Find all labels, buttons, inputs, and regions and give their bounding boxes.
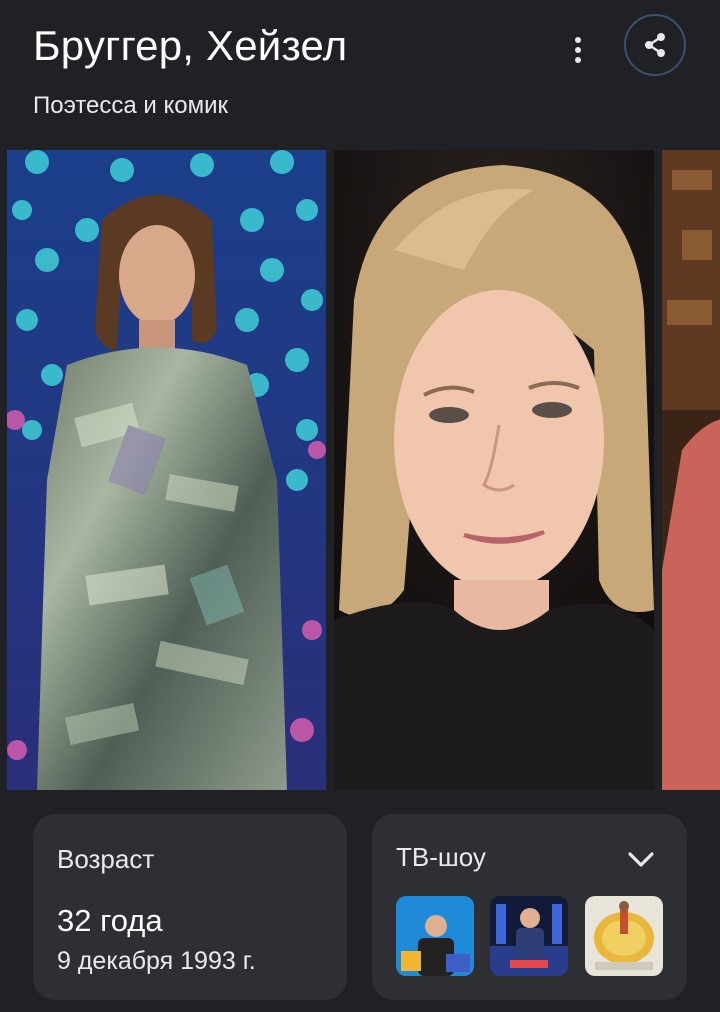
photo-partial[interactable] — [662, 150, 720, 790]
tv-show-2-image — [490, 896, 568, 976]
more-options-button[interactable] — [560, 30, 596, 70]
share-icon — [645, 33, 665, 57]
page-title: Бруггер, Хейзел — [33, 22, 348, 69]
share-button[interactable] — [624, 14, 686, 76]
age-label: Возраст — [57, 844, 155, 874]
tv-show-thumbnail-2[interactable] — [490, 896, 568, 976]
age-card[interactable]: Возраст 32 года 9 декабря 1993 г. — [33, 814, 347, 1000]
birth-date: 9 декабря 1993 г. — [57, 947, 256, 975]
tv-show-1-image — [396, 896, 474, 976]
photo-portrait[interactable] — [334, 150, 654, 790]
photo-stage-performance[interactable] — [7, 150, 326, 790]
image-gallery[interactable] — [0, 150, 720, 790]
photo-partial-image — [662, 150, 720, 790]
photo-portrait-image — [334, 150, 654, 790]
page-subtitle: Поэтесса и комик — [33, 92, 228, 119]
photo-stage-image — [7, 150, 326, 790]
more-vert-icon — [575, 37, 581, 63]
tv-shows-label: ТВ-шоу — [396, 842, 486, 872]
age-value: 32 года — [57, 903, 163, 938]
tv-show-3-image — [585, 896, 663, 976]
tv-shows-card[interactable]: ТВ-шоу — [372, 814, 687, 1000]
chevron-down-icon[interactable] — [624, 846, 658, 874]
tv-show-thumbnail-3[interactable] — [585, 896, 663, 976]
tv-show-thumbnail-1[interactable] — [396, 896, 474, 976]
